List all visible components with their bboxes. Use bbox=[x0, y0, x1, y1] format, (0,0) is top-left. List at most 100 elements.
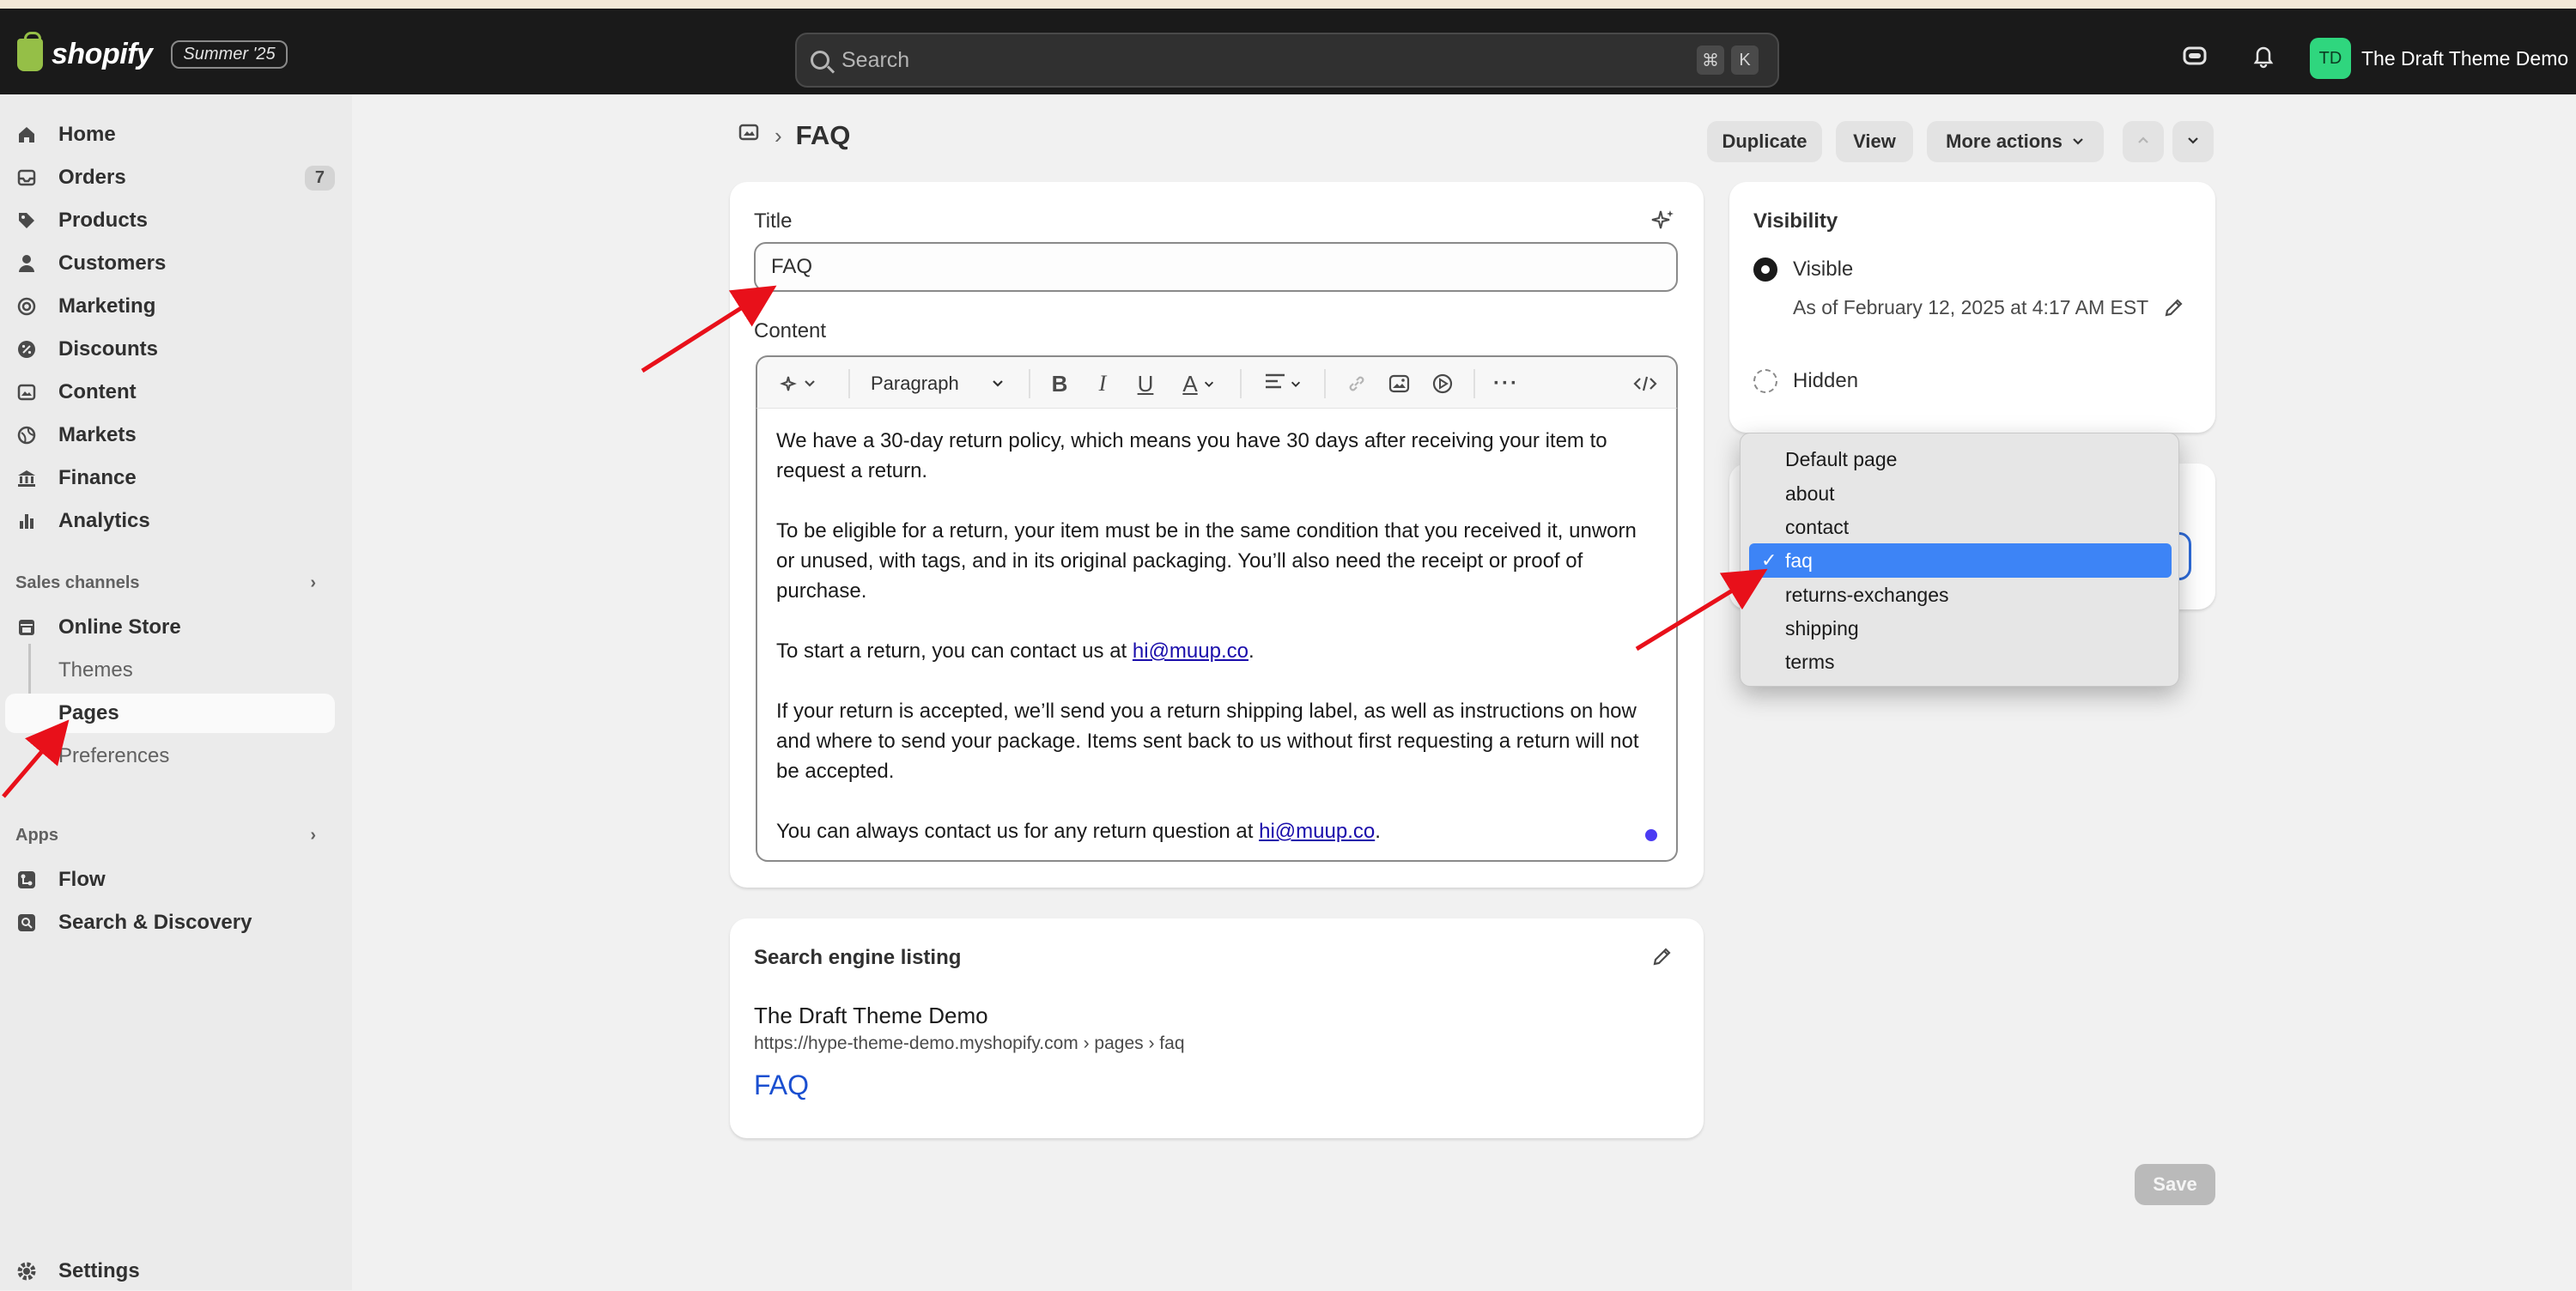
edition-badge: Summer '25 bbox=[171, 40, 288, 69]
paragraph-style-value: Paragraph bbox=[871, 373, 959, 394]
sales-channels-header[interactable]: Sales channels › bbox=[15, 573, 316, 593]
content-editor[interactable]: We have a 30-day return policy, which me… bbox=[756, 409, 1678, 862]
bold-icon[interactable]: B bbox=[1044, 369, 1075, 398]
sidebar-item-customers[interactable]: Customers bbox=[15, 244, 335, 283]
align-dropdown[interactable] bbox=[1255, 369, 1310, 398]
template-option-returns-exchanges[interactable]: returns-exchanges bbox=[1749, 578, 2172, 612]
tag-icon bbox=[15, 209, 38, 232]
content-text: To start a return, you can contact us at bbox=[776, 639, 1133, 663]
sidebar-item-label: Content bbox=[58, 380, 137, 403]
sidebar-item-preferences[interactable]: Preferences bbox=[15, 736, 335, 776]
sidebar-item-label: Flow bbox=[58, 868, 106, 891]
save-button[interactable]: Save bbox=[2135, 1164, 2215, 1205]
paragraph-style-select[interactable]: Paragraph bbox=[864, 369, 1012, 398]
sidebar-item-search-discovery[interactable]: Search & Discovery bbox=[15, 903, 335, 942]
content-text: You can always contact us for any return… bbox=[776, 820, 1260, 843]
edit-visibility-pencil-icon[interactable] bbox=[2162, 295, 2186, 324]
content-text: . bbox=[1375, 820, 1381, 843]
sidebar-item-content[interactable]: Content bbox=[15, 373, 335, 412]
title-input-value: FAQ bbox=[771, 255, 813, 278]
template-option-default-page[interactable]: Default page bbox=[1749, 442, 2172, 476]
sidebar-item-products[interactable]: Products bbox=[15, 201, 335, 240]
previous-page-button[interactable] bbox=[2123, 121, 2164, 162]
edit-seo-pencil-icon[interactable] bbox=[1650, 944, 1674, 973]
chevron-down-icon bbox=[1290, 372, 1302, 396]
grammar-assistant-indicator[interactable] bbox=[1645, 829, 1657, 841]
email-link[interactable]: hi@muup.co bbox=[1259, 820, 1375, 843]
template-option-about[interactable]: about bbox=[1749, 476, 2172, 511]
apps-header[interactable]: Apps › bbox=[15, 826, 316, 846]
template-option-contact[interactable]: contact bbox=[1749, 510, 2172, 544]
sidebar-item-label: Home bbox=[58, 123, 116, 146]
sidebar-item-label: Customers bbox=[58, 252, 167, 275]
text-color-dropdown[interactable]: A bbox=[1173, 369, 1224, 398]
store-menu[interactable]: TD The Draft Theme Demo bbox=[2310, 38, 2568, 79]
shopify-logo[interactable]: shopify Summer '25 bbox=[17, 31, 288, 71]
seo-url: https://hype-theme-demo.myshopify.com › … bbox=[754, 1033, 1185, 1053]
template-option-faq[interactable]: ✓ faq bbox=[1749, 543, 2172, 578]
view-button[interactable]: View bbox=[1836, 121, 1913, 162]
sidebar-item-pages[interactable]: Pages bbox=[5, 694, 335, 733]
insert-video-icon[interactable] bbox=[1427, 369, 1458, 398]
pages-breadcrumb-icon[interactable] bbox=[738, 120, 761, 151]
sidebar-item-label: Orders bbox=[58, 166, 126, 189]
content-label: Content bbox=[754, 319, 827, 342]
more-actions-button[interactable]: More actions bbox=[1927, 121, 2104, 162]
sidebar-item-orders[interactable]: Orders 7 bbox=[15, 158, 335, 197]
sidebar-item-marketing[interactable]: Marketing bbox=[15, 287, 335, 326]
inbox-icon bbox=[15, 167, 38, 189]
sidebar-item-label: Marketing bbox=[58, 294, 156, 318]
sidebar-item-themes[interactable]: Themes bbox=[15, 651, 335, 690]
sidekick-icon[interactable] bbox=[2181, 43, 2208, 70]
ai-sparkle-icon[interactable] bbox=[1650, 208, 1676, 238]
more-formatting-icon[interactable]: ··· bbox=[1489, 369, 1523, 398]
content-paragraph: If your return is accepted, we’ll send y… bbox=[776, 700, 1639, 783]
sidebar-item-label: Finance bbox=[58, 466, 137, 489]
home-icon bbox=[15, 124, 38, 146]
sidebar-item-label: Online Store bbox=[58, 615, 181, 639]
sidebar-item-discounts[interactable]: Discounts bbox=[15, 330, 335, 369]
code-view-icon[interactable] bbox=[1628, 369, 1662, 398]
sidebar-item-flow[interactable]: Flow bbox=[15, 860, 335, 900]
search-bar[interactable]: Search ⌘ K bbox=[795, 33, 1779, 88]
template-option-shipping[interactable]: shipping bbox=[1749, 611, 2172, 646]
insert-image-icon[interactable] bbox=[1384, 369, 1415, 398]
sidebar-item-settings[interactable]: Settings bbox=[15, 1252, 335, 1291]
toolbar-divider bbox=[848, 369, 850, 398]
sidebar-item-home[interactable]: Home bbox=[15, 115, 335, 155]
ai-generate-dropdown[interactable] bbox=[775, 369, 826, 398]
chevron-right-icon: › bbox=[310, 573, 316, 592]
align-left-icon bbox=[1264, 372, 1286, 397]
underline-icon[interactable]: U bbox=[1130, 369, 1161, 398]
globe-icon bbox=[15, 424, 38, 446]
sidebar-item-label: Preferences bbox=[58, 744, 170, 767]
sidebar-item-finance[interactable]: Finance bbox=[15, 458, 335, 498]
template-option-terms[interactable]: terms bbox=[1749, 645, 2172, 679]
sidebar-item-analytics[interactable]: Analytics bbox=[15, 501, 335, 541]
search-placeholder: Search bbox=[841, 47, 910, 72]
email-link[interactable]: hi@muup.co bbox=[1133, 639, 1249, 663]
sidebar-item-label: Themes bbox=[58, 658, 133, 682]
breadcrumb-chevron-icon: › bbox=[775, 122, 782, 148]
link-icon[interactable] bbox=[1341, 369, 1372, 398]
content-text: . bbox=[1248, 639, 1255, 663]
duplicate-button[interactable]: Duplicate bbox=[1707, 121, 1822, 162]
hidden-radio[interactable] bbox=[1753, 369, 1777, 393]
chevron-down-icon bbox=[991, 372, 1005, 396]
storefront-icon bbox=[15, 616, 38, 639]
bank-icon bbox=[15, 467, 38, 489]
notifications-bell-icon[interactable] bbox=[2250, 43, 2277, 70]
page-header: › FAQ bbox=[738, 120, 850, 151]
content-paragraph: You can always contact us for any return… bbox=[776, 816, 1657, 846]
chevron-down-icon bbox=[1203, 372, 1215, 396]
shopify-bag-icon bbox=[17, 31, 43, 71]
sidebar-item-markets[interactable]: Markets bbox=[15, 415, 335, 455]
title-input[interactable]: FAQ bbox=[754, 242, 1678, 292]
rich-text-toolbar: Paragraph B I U A ··· bbox=[756, 355, 1678, 409]
italic-icon[interactable]: I bbox=[1087, 369, 1118, 398]
seo-page-title: FAQ bbox=[754, 1070, 810, 1100]
visible-radio[interactable] bbox=[1753, 258, 1777, 282]
sidebar-item-online-store[interactable]: Online Store bbox=[15, 608, 335, 647]
chevron-down-icon bbox=[2071, 130, 2085, 153]
next-page-button[interactable] bbox=[2172, 121, 2214, 162]
